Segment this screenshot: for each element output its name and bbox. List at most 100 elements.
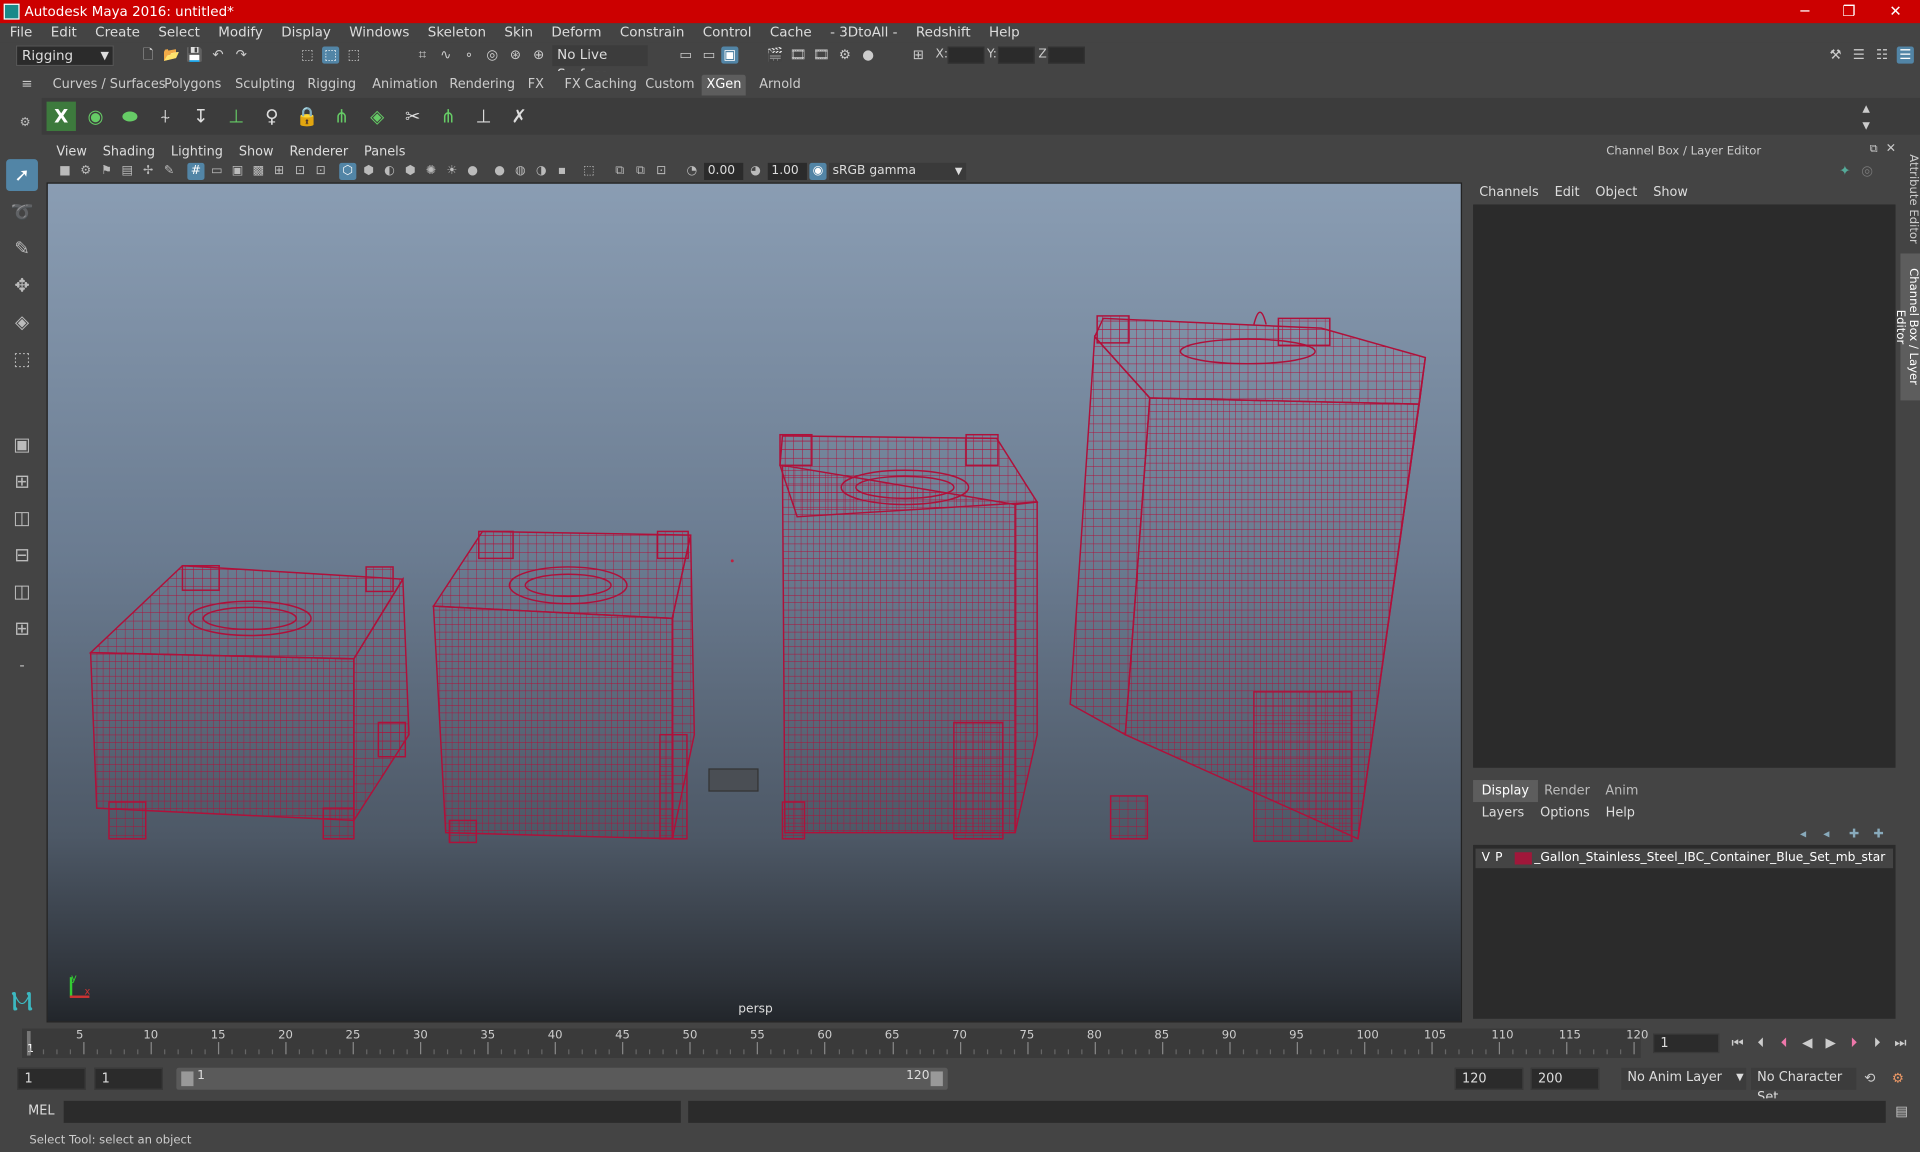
- four-view-layout-icon[interactable]: ⊞: [6, 465, 38, 497]
- xgen-sculpt-icon[interactable]: ⋔: [327, 102, 356, 131]
- snap-live-icon[interactable]: ⊕: [530, 47, 547, 64]
- xgen-editor-icon[interactable]: X: [46, 101, 76, 132]
- xray-icon[interactable]: ⬚: [580, 163, 597, 180]
- channel-box-toggle-icon[interactable]: ☰: [1896, 46, 1914, 64]
- channel-box-tab[interactable]: Channel Box / Layer Editor: [1893, 253, 1920, 401]
- exposure-field[interactable]: 0.00: [704, 162, 744, 181]
- single-perspective-layout-icon[interactable]: ▣: [6, 429, 38, 461]
- range-start-handle[interactable]: [181, 1071, 194, 1087]
- close-panel-icon[interactable]: ✕: [1886, 142, 1896, 155]
- xray-components-icon[interactable]: ⧉: [632, 163, 649, 180]
- gamma-reset-icon[interactable]: ◕: [747, 163, 764, 180]
- step-back-frame-icon[interactable]: ⏴: [1752, 1035, 1769, 1052]
- use-all-lights-icon[interactable]: ✺: [422, 163, 439, 180]
- menu-select[interactable]: Select: [149, 23, 209, 43]
- ipr-render-icon[interactable]: 🎞: [813, 47, 830, 64]
- shadows-icon[interactable]: ☀: [443, 163, 460, 180]
- viewport-menu-panels[interactable]: Panels: [354, 143, 411, 161]
- select-component-icon[interactable]: ⬚: [345, 47, 362, 64]
- two-d-pan-zoom-icon[interactable]: ✢: [140, 163, 157, 180]
- attribute-editor-tab[interactable]: Attribute Editor: [1900, 151, 1920, 249]
- xgen-cut-icon[interactable]: ✂: [398, 102, 427, 131]
- move-layer-down-icon[interactable]: ◂: [1823, 828, 1829, 841]
- command-language-label[interactable]: MEL: [28, 1103, 54, 1118]
- menu-skin[interactable]: Skin: [495, 23, 542, 43]
- shelf-tab-fx-caching[interactable]: FX Caching: [560, 75, 642, 96]
- resolution-gate-icon[interactable]: ▣: [229, 163, 246, 180]
- viewport-menu-show[interactable]: Show: [229, 143, 280, 161]
- channel-key-icon[interactable]: ✦: [1839, 163, 1850, 179]
- move-layer-up-icon[interactable]: ◂: [1800, 828, 1806, 841]
- textured-icon[interactable]: ⬢: [402, 163, 419, 180]
- animation-preferences-icon[interactable]: ⚙: [1889, 1070, 1906, 1087]
- snap-curve-icon[interactable]: ∿: [437, 47, 454, 64]
- go-to-end-icon[interactable]: ⏭: [1892, 1035, 1909, 1052]
- input-ops-icon[interactable]: ▭: [677, 47, 694, 64]
- screen-space-ao-icon[interactable]: ●: [464, 163, 481, 180]
- grease-pencil-icon[interactable]: ✎: [160, 163, 177, 180]
- menu-help[interactable]: Help: [979, 23, 1028, 43]
- shelf-scroll-down-icon[interactable]: ▼: [1858, 118, 1875, 135]
- motion-blur-icon[interactable]: ●: [491, 163, 508, 180]
- close-button[interactable]: ✕: [1873, 0, 1917, 23]
- layers-menu[interactable]: Layers: [1482, 806, 1525, 821]
- layer-color-swatch[interactable]: [1514, 852, 1532, 865]
- layer-playback-toggle[interactable]: P: [1495, 849, 1502, 869]
- scale-tool-icon[interactable]: ⬚: [6, 343, 38, 375]
- snap-surface-icon[interactable]: ⊛: [507, 47, 524, 64]
- layer-help-menu[interactable]: Help: [1606, 806, 1635, 821]
- playback-end-field[interactable]: 120: [1454, 1067, 1524, 1090]
- current-frame-field[interactable]: 1: [1653, 1033, 1720, 1054]
- go-to-start-icon[interactable]: ⏮: [1729, 1035, 1746, 1052]
- layer-tab-display[interactable]: Display: [1473, 780, 1538, 803]
- anim-layer-dropdown[interactable]: No Anim Layer ▼: [1621, 1067, 1747, 1090]
- step-forward-key-icon[interactable]: ⏵: [1845, 1035, 1862, 1052]
- menu-display[interactable]: Display: [271, 23, 339, 43]
- exposure-icon[interactable]: ⊡: [653, 163, 670, 180]
- start-time-field[interactable]: 1: [17, 1067, 86, 1090]
- select-object-icon[interactable]: ⬚: [322, 46, 340, 64]
- exposure-reset-icon[interactable]: ◔: [683, 163, 700, 180]
- color-management-icon[interactable]: ◉: [809, 162, 827, 181]
- x-coord-field[interactable]: [947, 46, 985, 64]
- shelf-tab-fx[interactable]: FX: [523, 75, 549, 96]
- command-input[interactable]: [63, 1100, 681, 1123]
- color-space-dropdown[interactable]: sRGB gamma ▼: [828, 162, 967, 181]
- xray-joints-icon[interactable]: ⧉: [611, 163, 628, 180]
- xgen-comb-icon[interactable]: ⊥: [469, 102, 498, 131]
- persp-graph-layout-icon[interactable]: ⊟: [6, 539, 38, 571]
- menu-create[interactable]: Create: [85, 23, 148, 43]
- save-scene-icon[interactable]: 💾: [186, 47, 203, 64]
- range-end-handle[interactable]: [930, 1071, 943, 1087]
- rotate-tool-icon[interactable]: ◈: [6, 306, 38, 338]
- modeling-toolkit-icon[interactable]: ⚒: [1827, 47, 1844, 64]
- lasso-tool-icon[interactable]: ➰: [6, 196, 38, 228]
- shelf-tab-arnold[interactable]: Arnold: [754, 75, 805, 96]
- depth-of-field-icon[interactable]: ◑: [533, 163, 550, 180]
- xgen-layers-icon[interactable]: ◈: [362, 102, 391, 131]
- menu-constrain[interactable]: Constrain: [610, 23, 693, 43]
- float-panel-icon[interactable]: ⧉: [1870, 143, 1878, 155]
- shelf-tab-polygons[interactable]: Polygons: [159, 75, 226, 96]
- step-forward-frame-icon[interactable]: ⏵: [1869, 1035, 1886, 1052]
- hypershade-layout-icon[interactable]: ◫: [6, 576, 38, 608]
- shelf-tab-curves-surfaces[interactable]: Curves / Surfaces: [48, 75, 171, 96]
- shelf-tab-rendering[interactable]: Rendering: [444, 75, 519, 96]
- persp-outliner-layout-icon[interactable]: ◫: [6, 502, 38, 534]
- shelf-settings-icon[interactable]: ⚙: [20, 116, 37, 133]
- shelf-tab-animation[interactable]: Animation: [367, 75, 442, 96]
- tool-settings-toggle-icon[interactable]: ☷: [1873, 47, 1890, 64]
- layer-options-menu[interactable]: Options: [1540, 806, 1590, 821]
- range-slider[interactable]: 1 120: [176, 1067, 948, 1090]
- viewport-menu-shading[interactable]: Shading: [93, 143, 161, 161]
- end-time-field[interactable]: 200: [1530, 1067, 1600, 1090]
- move-tool-icon[interactable]: ✥: [6, 269, 38, 301]
- viewport-menu-renderer[interactable]: Renderer: [280, 143, 355, 161]
- new-scene-icon[interactable]: 🗋: [140, 47, 157, 64]
- play-forwards-icon[interactable]: ▶: [1822, 1035, 1839, 1052]
- time-slider[interactable]: 1 51015202530354045505560657075808590951…: [22, 1028, 1648, 1058]
- multisample-aa-icon[interactable]: ◍: [512, 163, 529, 180]
- z-coord-field[interactable]: [1048, 46, 1085, 64]
- film-gate-icon[interactable]: ▭: [208, 163, 225, 180]
- playback-start-field[interactable]: 1: [94, 1067, 163, 1090]
